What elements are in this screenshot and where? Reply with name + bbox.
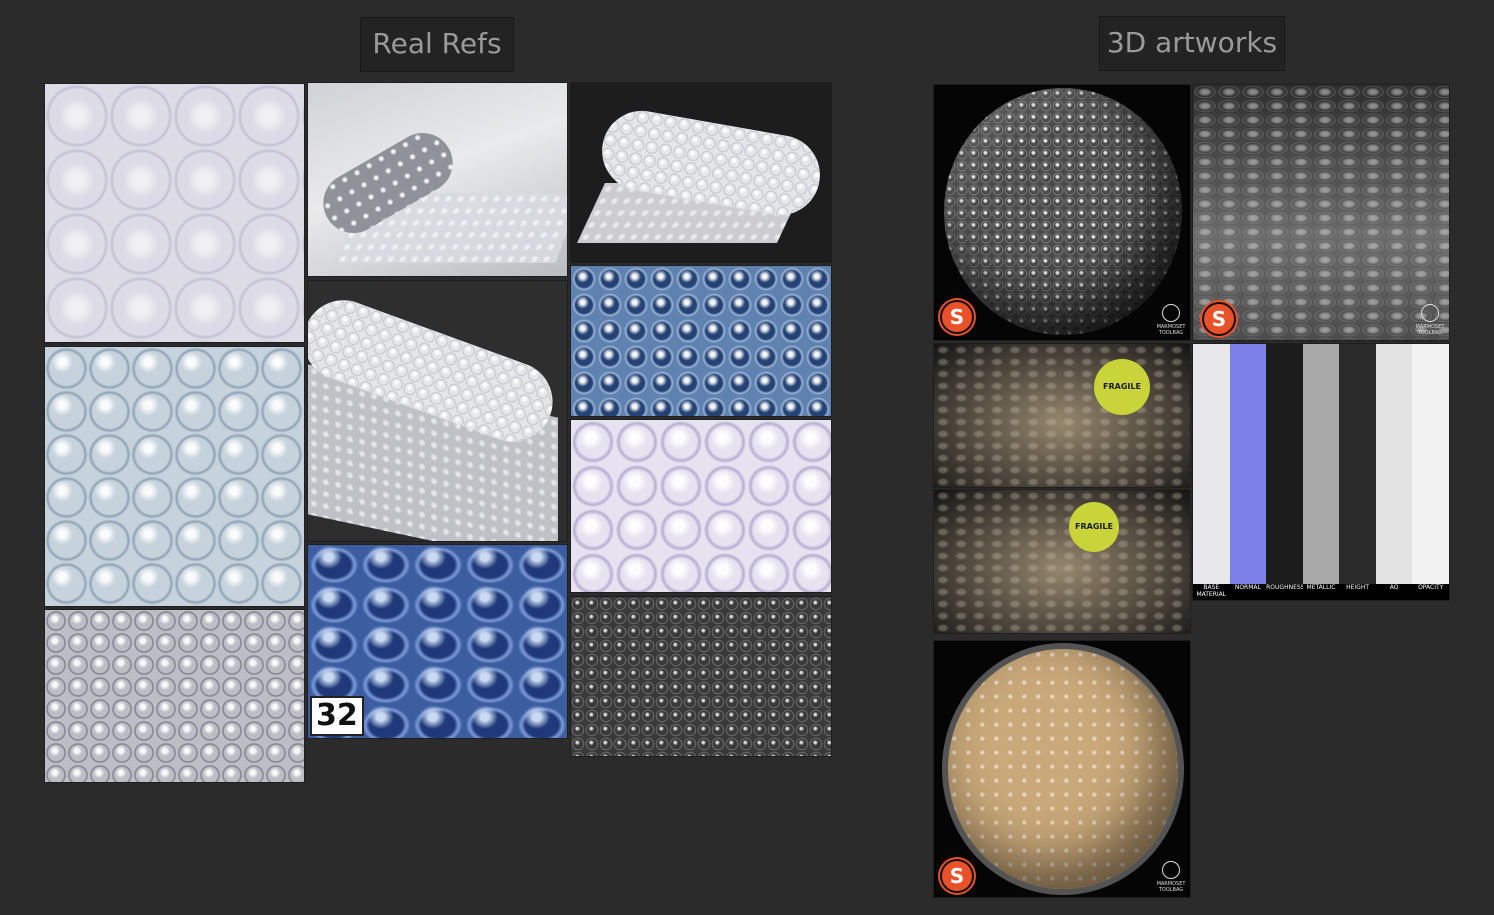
ref-bubble-roll-unrolled[interactable] — [307, 82, 568, 277]
marmoset-skull-icon — [1421, 304, 1439, 322]
ref-bubble-wrap-closeup-lavender[interactable] — [44, 83, 305, 343]
texture-maps-strips: BASE MATERIAL NORMAL ROUGHNESS METALLIC HEIG… — [1193, 344, 1449, 600]
map-label-normal: NORMAL — [1229, 584, 1267, 600]
artwork-floor-scene-2[interactable]: FRAGILE — [933, 489, 1191, 634]
marmoset-skull-icon — [1162, 861, 1180, 879]
map-strip-ao — [1375, 344, 1413, 584]
map-strip-base-material — [1193, 344, 1230, 584]
ref-bubble-wrap-light-blue[interactable] — [44, 346, 305, 607]
map-label-roughness: ROUGHNESS — [1266, 584, 1304, 600]
ref-bubble-wrap-blue-macro[interactable]: 32 — [307, 544, 568, 739]
map-strip-metallic — [1302, 344, 1340, 584]
map-label-height: HEIGHT — [1339, 584, 1376, 600]
marmoset-line-2: TOOLBAG — [1158, 330, 1184, 336]
number-badge: 32 — [310, 696, 364, 736]
map-strip-roughness — [1266, 344, 1303, 584]
marmoset-line-2: TOOLBAG — [1417, 330, 1443, 336]
map-label-opacity: OPACITY — [1412, 584, 1449, 600]
marmoset-logo-icon: MARMOSET TOOLBAG — [1156, 304, 1186, 336]
ref-bubble-roll-dark-bg[interactable] — [570, 82, 832, 263]
map-strip-normal — [1229, 344, 1267, 584]
map-label-base-material: BASE MATERIAL — [1193, 584, 1230, 600]
artwork-sphere-render[interactable]: S MARMOSET TOOLBAG — [933, 84, 1191, 341]
artwork-plane-render[interactable]: S MARMOSET TOOLBAG — [1192, 84, 1450, 341]
map-label-metallic: METALLIC — [1302, 584, 1340, 600]
ref-bubble-wrap-blue[interactable] — [570, 265, 832, 417]
substance-logo-icon: S — [942, 302, 972, 332]
map-strip-height — [1339, 344, 1376, 584]
3d-artworks-title: 3D artworks — [1106, 26, 1278, 59]
substance-logo-icon: S — [1204, 304, 1234, 334]
artwork-cardboard-sphere[interactable]: S MARMOSET TOOLBAG — [933, 640, 1191, 898]
marmoset-skull-icon — [1162, 304, 1180, 322]
real-refs-header: Real Refs — [360, 17, 514, 72]
fragile-sticker: FRAGILE — [1069, 502, 1119, 552]
artwork-floor-scene-1[interactable]: FRAGILE — [933, 343, 1191, 488]
fragile-sticker: FRAGILE — [1094, 359, 1150, 415]
artwork-texture-maps[interactable]: BASE MATERIAL NORMAL ROUGHNESS METALLIC HEIG… — [1192, 343, 1450, 601]
ref-bubble-wrap-small-grey[interactable] — [44, 609, 305, 783]
substance-logo-icon: S — [942, 861, 972, 891]
marmoset-line-2: TOOLBAG — [1158, 887, 1184, 893]
map-strip-opacity — [1412, 344, 1449, 584]
marmoset-logo-icon: MARMOSET TOOLBAG — [1156, 861, 1186, 893]
marmoset-logo-icon: MARMOSET TOOLBAG — [1415, 304, 1445, 336]
bubble-sphere — [944, 88, 1182, 335]
map-label-ao: AO — [1375, 584, 1413, 600]
ref-bubble-roll-white[interactable] — [307, 280, 568, 542]
3d-artworks-header: 3D artworks — [1099, 16, 1285, 71]
cardboard-sphere — [948, 649, 1178, 889]
ref-bubble-wrap-dark-small[interactable] — [570, 596, 832, 757]
ref-bubble-wrap-lavender[interactable] — [570, 419, 832, 593]
real-refs-title: Real Refs — [372, 27, 502, 60]
